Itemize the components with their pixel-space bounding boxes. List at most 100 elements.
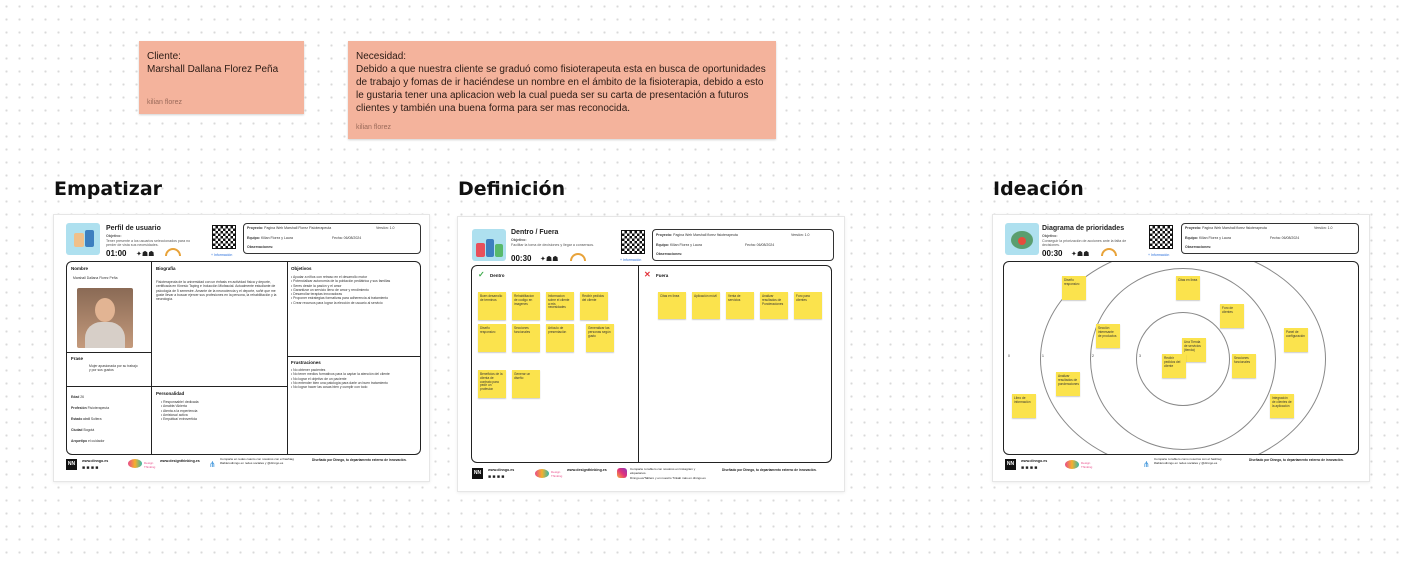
inside-label: Dentro [490,273,505,278]
people-icon: ✦☗☗ [540,256,559,263]
timer: 00:30 [1042,249,1063,258]
timer: 01:00 [106,249,127,258]
sticky-note[interactable]: Generar un diseño [512,370,540,398]
design-thinking-logo [535,469,549,478]
board-title: Diagrama de prioridades [1042,225,1125,232]
observations-label: Observaciones: [247,245,274,249]
sticky-note[interactable]: Diseño responsivo [1062,276,1086,300]
sticky-note[interactable]: Citas en linea [1176,276,1200,300]
sticky-note[interactable]: Diseño responsivo [478,324,506,352]
sticky-author: kilian florez [356,124,392,131]
sticky-note[interactable]: Libro de información [1012,394,1036,418]
design-thinking-logo [128,459,142,468]
board-diagrama-prioridades[interactable]: Diagrama de prioridades Objetivo: Conseg… [992,214,1370,482]
sticky-note[interactable]: Integración de clientes de la aplicación [1270,394,1294,418]
sticky-note[interactable]: Aplicación móvil [692,292,720,319]
sticky-note[interactable]: Beneficios de la clienta de contrato par… [478,370,506,398]
board-perfil-usuario[interactable]: Perfil de usuario Objetivo: Tener presen… [53,214,430,482]
footer-share: Comparte en redes cuanto con nosotros co… [220,457,294,465]
project-info-box: Proyecto: Pagina Web Marshall Florez Fis… [243,223,421,254]
footer-brand: Design Thinking [144,461,156,469]
sticky-author: kilian florez [147,99,183,106]
project-value: Pagina Web Marshall florez fisioterapeut… [1202,226,1267,230]
close-icon: ✕ [644,270,651,279]
board-title: Dentro / Fuera [511,229,559,236]
sticky-note[interactable]: Analizar resultados de Ponderaciones [760,292,788,319]
bio-value: Fisioterapeuta de la universidad con un … [156,280,277,302]
sticky-note-client[interactable]: Cliente: Marshall Dallana Florez Peña ki… [139,41,304,114]
client-label: Cliente: [147,51,181,62]
sticky-note[interactable]: Artículo de presentación [546,324,574,352]
city-value: Bogotá [83,428,95,432]
sticky-note[interactable]: Foro para clientes [794,292,822,319]
more-info-link[interactable]: + Información [1148,253,1169,257]
board-main-area: 0 1 2 3 Diseño responsivo Citas en linea F… [1003,261,1359,455]
sticky-note[interactable]: Buen desarrollo de terminos [478,292,506,320]
civil-label: Estado civil [71,417,90,421]
canvas[interactable]: { "sticky_client": {"label":"Cliente:","… [0,0,1402,562]
objective-label: Objetivo: [511,238,527,242]
sticky-note[interactable]: Panel de configuración [1284,328,1308,352]
timer: 00:30 [511,254,532,263]
team-value: Kilian Florez y Laura [261,236,293,240]
sticky-note[interactable]: Sección interesante de productos [1096,324,1120,348]
team-label: Equipo: [247,236,261,240]
footer-share-2: Dinngo.es/Tablero y en nuestro Tinkab má… [630,476,706,480]
team-label: Equipo: [656,243,670,247]
archetype-value: el cuidador [87,439,105,443]
city-label: Ciudad [71,428,83,432]
personality-header: Personalidad [156,391,185,396]
sticky-note[interactable]: Venta de servicios [726,292,754,319]
qr-code-icon[interactable] [1149,225,1173,249]
project-value: Pagina Web Marshall Florez Fisioterapeut… [264,226,332,230]
people-icon: ✦☗☗ [1071,251,1090,258]
footer-site[interactable]: www.dinngo.es [82,459,108,463]
footer-site[interactable]: www.dinngo.es [1021,459,1047,463]
sticky-note[interactable]: Citas en linea [658,292,686,319]
footer-brand: Design Thinking [551,470,563,478]
sticky-note[interactable]: Foro de clientes [1220,304,1244,328]
more-info-link[interactable]: + Información [211,253,232,257]
sticky-note[interactable]: Recibir pedidos del cliente [580,292,608,320]
more-info-link[interactable]: + Información [620,258,641,262]
axis-label-3: 3 [1139,354,1141,358]
section-title-empatizar: Empatizar [54,178,163,200]
sticky-note[interactable]: Analizar resultados de ponderaciones [1056,372,1080,396]
footer-site[interactable]: www.dinngo.es [488,468,514,472]
objective-text: Facilitar la toma de decisiones y llegar… [511,243,595,247]
qr-code-icon[interactable] [212,225,236,249]
sticky-note[interactable]: Rehabilitacion de codigo en imagenes [512,292,540,320]
dinngo-logo: NN [1005,459,1016,470]
objective-text: Tener presente a los usuarios selecciona… [106,239,191,248]
sticky-note[interactable]: Secciones funcionales [1232,354,1256,378]
sticky-note[interactable]: Informacion sobre el cliente a mis neces… [546,292,574,320]
goals-header: Objetivos [291,266,312,271]
qr-code-icon[interactable] [621,230,645,254]
board-title: Perfil de usuario [106,225,161,232]
goals-value: • Ayudar a niños con retraso en el desar… [291,275,391,305]
project-label: Proyecto: [1185,226,1202,230]
profession-value: Fisioterapeuta [87,406,110,410]
footer-site-2[interactable]: www.designthinking.es [567,468,607,472]
team-value: Kilian Florez y Laura [1199,236,1231,240]
share-icon: ⋔ [209,460,216,469]
board-main-area: ✓ Dentro ✕ Fuera Buen desarrollo de term… [471,265,832,463]
avatar [77,288,133,348]
divider [638,266,639,462]
footer-design: Diseñado por Dinngo, tu departamento ext… [312,458,407,462]
axis-label-1: 1 [1042,354,1044,358]
board-dentro-fuera[interactable]: Dentro / Fuera Objetivo: Facilitar la to… [457,216,845,492]
archetype-label: Arquetipo [71,439,88,443]
need-label: Necesidad: [356,51,407,62]
observations-label: Observaciones: [1185,245,1212,249]
sticky-note[interactable]: Generalizar las personas según gusto [586,324,614,352]
sticky-note[interactable]: Recibir pedidos del cliente [1162,354,1186,378]
phrase-value: Mujer apasionada por su trabajo y por su… [89,364,138,373]
footer-design: Diseñado por Dinngo, tu departamento ext… [1249,458,1344,462]
share-icon: ⋔ [1143,460,1150,469]
grid-line [67,386,287,387]
sticky-note-need[interactable]: Necesidad: Debido a que nuestra cliente … [348,41,776,139]
sticky-note[interactable]: Secciones funcionales [512,324,540,352]
age-value: 26 [80,395,85,399]
footer-site-2[interactable]: www.designthinking.es [160,459,200,463]
